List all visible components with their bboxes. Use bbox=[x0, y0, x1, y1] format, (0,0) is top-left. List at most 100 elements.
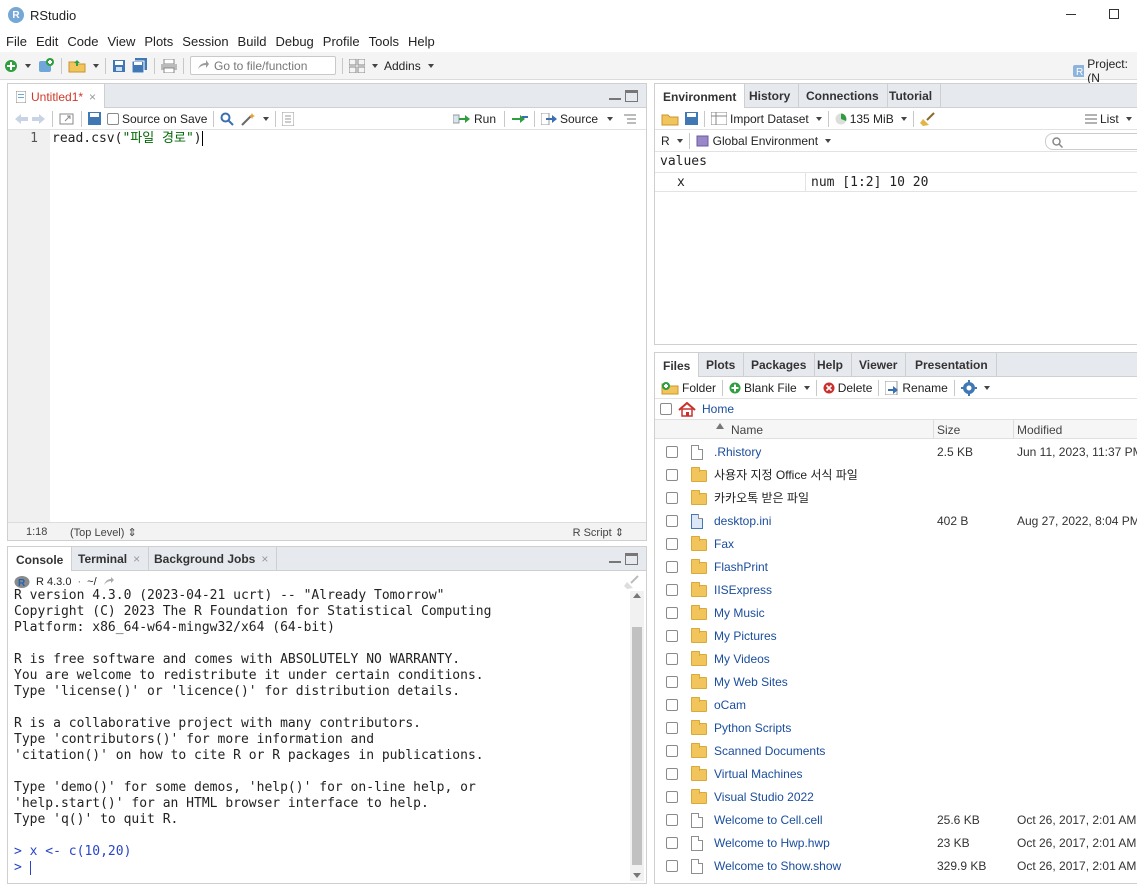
tab-terminal[interactable]: Terminal × bbox=[70, 547, 150, 571]
menu-session[interactable]: Session bbox=[182, 34, 228, 49]
tab-tutorial[interactable]: Tutorial bbox=[881, 84, 942, 108]
file-row[interactable]: desktop.ini 402 B Aug 27, 2022, 8:04 PM bbox=[655, 509, 1137, 532]
source-on-save-checkbox[interactable]: Source on Save bbox=[107, 112, 207, 126]
file-row[interactable]: Virtual Machines bbox=[655, 762, 1137, 785]
run-button[interactable]: Run bbox=[453, 112, 496, 126]
file-name-link[interactable]: My Music bbox=[714, 606, 765, 620]
file-checkbox[interactable] bbox=[666, 445, 678, 458]
menu-edit[interactable]: Edit bbox=[36, 34, 58, 49]
clear-workspace-broom-icon[interactable] bbox=[919, 111, 936, 126]
column-size[interactable]: Size bbox=[937, 423, 960, 437]
file-name-link[interactable]: My Web Sites bbox=[714, 675, 788, 689]
file-name-link[interactable]: Welcome to Hwp.hwp bbox=[714, 836, 830, 850]
file-name-link[interactable]: desktop.ini bbox=[714, 514, 771, 528]
open-file-button[interactable] bbox=[68, 59, 99, 73]
file-row[interactable]: My Pictures bbox=[655, 624, 1137, 647]
file-row[interactable]: Welcome to Hwp.hwp 23 KB Oct 26, 2017, 2:0… bbox=[655, 831, 1137, 854]
file-row[interactable]: Welcome to Show.show 329.9 KB Oct 26, 2017… bbox=[655, 854, 1137, 877]
tab-plots[interactable]: Plots bbox=[698, 353, 745, 377]
new-file-button[interactable] bbox=[4, 59, 31, 73]
file-checkbox[interactable] bbox=[666, 790, 678, 803]
tab-untitled1[interactable]: Untitled1* × bbox=[8, 84, 106, 109]
file-row[interactable]: FlashPrint bbox=[655, 555, 1137, 578]
project-button[interactable]: R Project: (N bbox=[1072, 57, 1137, 85]
file-checkbox[interactable] bbox=[666, 468, 678, 481]
save-icon[interactable] bbox=[112, 59, 126, 73]
file-row[interactable]: .Rhistory 2.5 KB Jun 11, 2023, 11:37 PM bbox=[655, 440, 1137, 463]
minimize-pane-icon[interactable] bbox=[609, 90, 621, 100]
home-icon[interactable] bbox=[678, 401, 696, 417]
close-tab-icon[interactable]: × bbox=[261, 552, 268, 566]
more-actions-button[interactable] bbox=[960, 379, 990, 396]
rename-button[interactable]: Rename bbox=[885, 380, 948, 395]
file-checkbox[interactable] bbox=[666, 698, 678, 711]
file-name-link[interactable]: Virtual Machines bbox=[714, 767, 803, 781]
file-name-link[interactable]: oCam bbox=[714, 698, 746, 712]
console-prompt[interactable]: > bbox=[14, 860, 630, 876]
scope-selector[interactable]: (Top Level) ⇕ bbox=[70, 526, 137, 539]
tab-presentation[interactable]: Presentation bbox=[907, 353, 997, 377]
file-row[interactable]: 카카오톡 받은 파일 bbox=[655, 486, 1137, 509]
file-checkbox[interactable] bbox=[666, 606, 678, 619]
save-workspace-icon[interactable] bbox=[685, 112, 698, 125]
menu-help[interactable]: Help bbox=[408, 34, 435, 49]
select-all-checkbox[interactable] bbox=[660, 403, 672, 415]
tab-connections[interactable]: Connections bbox=[798, 84, 888, 108]
import-dataset-button[interactable]: Import Dataset bbox=[711, 112, 822, 126]
file-name-link[interactable]: Python Scripts bbox=[714, 721, 791, 735]
environment-row[interactable]: x num [1:2] 10 20 bbox=[655, 172, 1137, 192]
file-checkbox[interactable] bbox=[666, 721, 678, 734]
file-row[interactable]: 사용자 지정 Office 서식 파일 bbox=[655, 463, 1137, 486]
file-checkbox[interactable] bbox=[666, 836, 678, 849]
column-modified[interactable]: Modified bbox=[1017, 423, 1062, 437]
file-checkbox[interactable] bbox=[666, 514, 678, 527]
scrollbar-thumb[interactable] bbox=[632, 627, 642, 865]
console-output[interactable]: R version 4.3.0 (2023-04-21 ucrt) -- "Al… bbox=[14, 589, 630, 881]
rerun-icon[interactable] bbox=[511, 113, 529, 125]
file-row[interactable]: My Videos bbox=[655, 647, 1137, 670]
file-checkbox[interactable] bbox=[666, 767, 678, 780]
memory-usage-button[interactable]: 135 MiB bbox=[835, 112, 907, 126]
file-name-link[interactable]: 사용자 지정 Office 서식 파일 bbox=[714, 466, 858, 483]
file-checkbox[interactable] bbox=[666, 583, 678, 596]
close-tab-icon[interactable]: × bbox=[133, 552, 140, 566]
code-editor[interactable]: read.csv("파일 경로") bbox=[52, 130, 203, 147]
file-checkbox[interactable] bbox=[666, 537, 678, 550]
print-icon[interactable] bbox=[161, 58, 177, 73]
go-to-dir-icon[interactable] bbox=[103, 577, 115, 587]
breadcrumb-home[interactable]: Home bbox=[702, 402, 734, 416]
file-name-link[interactable]: Welcome to Show.show bbox=[714, 859, 841, 873]
tab-viewer[interactable]: Viewer bbox=[851, 353, 907, 377]
list-view-button[interactable]: List bbox=[1085, 112, 1132, 126]
clear-console-broom-icon[interactable] bbox=[624, 575, 640, 589]
file-row[interactable]: My Web Sites bbox=[655, 670, 1137, 693]
code-tools-button[interactable] bbox=[240, 112, 270, 126]
workspace-panes-button[interactable] bbox=[349, 58, 378, 73]
tab-history[interactable]: History bbox=[741, 84, 800, 108]
go-to-file-input[interactable]: Go to file/function bbox=[190, 56, 336, 75]
back-forward-icon[interactable] bbox=[14, 113, 46, 125]
environment-search-input[interactable] bbox=[1045, 133, 1137, 150]
menu-plots[interactable]: Plots bbox=[144, 34, 173, 49]
file-name-link[interactable]: FlashPrint bbox=[714, 560, 768, 574]
minimize-window-icon[interactable] bbox=[1063, 6, 1079, 22]
language-selector[interactable]: R bbox=[661, 134, 683, 148]
maximize-window-icon[interactable] bbox=[1106, 6, 1122, 22]
file-checkbox[interactable] bbox=[666, 675, 678, 688]
new-project-button[interactable] bbox=[37, 57, 55, 74]
close-tab-icon[interactable]: × bbox=[89, 90, 96, 104]
maximize-pane-icon[interactable] bbox=[625, 90, 638, 102]
minimize-pane-icon[interactable] bbox=[609, 553, 621, 563]
load-workspace-icon[interactable] bbox=[661, 112, 679, 126]
menu-tools[interactable]: Tools bbox=[369, 34, 399, 49]
tab-packages[interactable]: Packages bbox=[743, 353, 816, 377]
new-folder-button[interactable]: Folder bbox=[661, 381, 716, 395]
file-row[interactable]: Scanned Documents bbox=[655, 739, 1137, 762]
source-button[interactable]: Source bbox=[541, 112, 614, 126]
tab-help[interactable]: Help bbox=[809, 353, 853, 377]
save-all-icon[interactable] bbox=[132, 58, 148, 73]
file-checkbox[interactable] bbox=[666, 652, 678, 665]
tab-background-jobs[interactable]: Background Jobs × bbox=[146, 547, 278, 571]
file-name-link[interactable]: Welcome to Cell.cell bbox=[714, 813, 822, 827]
file-checkbox[interactable] bbox=[666, 859, 678, 872]
